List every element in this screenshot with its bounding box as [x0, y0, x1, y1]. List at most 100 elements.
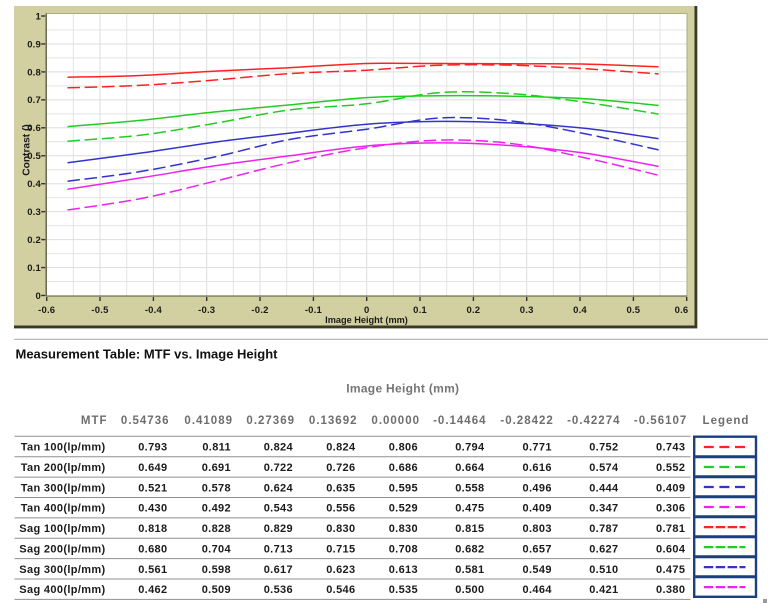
svg-text:0.704: 0.704 — [202, 543, 232, 555]
svg-text:0.824: 0.824 — [264, 442, 294, 454]
svg-text:0.535: 0.535 — [389, 584, 418, 596]
svg-text:0.574: 0.574 — [589, 462, 619, 474]
svg-text:MTF: MTF — [81, 415, 108, 427]
svg-text:0.682: 0.682 — [455, 543, 484, 555]
svg-text:0.824: 0.824 — [326, 442, 356, 454]
svg-text:0.347: 0.347 — [589, 503, 618, 515]
svg-text:0.3: 0.3 — [27, 207, 41, 218]
svg-text:-0.1: -0.1 — [305, 305, 323, 316]
svg-text:0.691: 0.691 — [202, 462, 231, 474]
svg-text:0.536: 0.536 — [264, 584, 293, 596]
svg-text:0.409: 0.409 — [656, 482, 685, 494]
svg-text:0.430: 0.430 — [138, 503, 167, 515]
svg-text:-0.6: -0.6 — [38, 305, 55, 316]
svg-text:0.500: 0.500 — [455, 584, 484, 596]
svg-text:0.803: 0.803 — [523, 523, 552, 535]
svg-text:0.6: 0.6 — [675, 305, 689, 316]
svg-text:0.828: 0.828 — [202, 523, 231, 535]
svg-text:0.616: 0.616 — [523, 462, 552, 474]
svg-text:0.787: 0.787 — [589, 523, 618, 535]
svg-text:1: 1 — [36, 11, 42, 22]
svg-text:0.818: 0.818 — [138, 523, 167, 535]
svg-text:-0.56107: -0.56107 — [634, 415, 687, 427]
svg-text:0.475: 0.475 — [455, 503, 484, 515]
svg-text:-0.5: -0.5 — [91, 305, 109, 316]
svg-text:0.1: 0.1 — [413, 305, 427, 316]
svg-text:Sag 200(lp/mm): Sag 200(lp/mm) — [19, 543, 105, 555]
svg-text:0.380: 0.380 — [656, 584, 685, 596]
svg-text:0.2: 0.2 — [466, 305, 480, 316]
svg-text:Sag 400(lp/mm): Sag 400(lp/mm) — [19, 584, 105, 596]
svg-text:0.598: 0.598 — [202, 564, 231, 576]
svg-text:0.561: 0.561 — [138, 564, 167, 576]
svg-text:0.829: 0.829 — [264, 523, 293, 535]
svg-text:0.624: 0.624 — [264, 482, 294, 494]
svg-text:0.794: 0.794 — [455, 442, 485, 454]
svg-text:0.306: 0.306 — [656, 503, 685, 515]
svg-text:Contrast (): Contrast () — [22, 124, 33, 176]
svg-text:0.3: 0.3 — [520, 305, 534, 316]
svg-text:0: 0 — [36, 291, 41, 302]
svg-text:0.54736: 0.54736 — [121, 415, 170, 427]
svg-text:0.496: 0.496 — [523, 482, 552, 494]
svg-text:0.7: 0.7 — [27, 95, 41, 106]
svg-text:0.444: 0.444 — [589, 482, 619, 494]
svg-text:-0.28422: -0.28422 — [500, 415, 553, 427]
svg-text:0.715: 0.715 — [326, 543, 355, 555]
svg-text:0.4: 0.4 — [27, 179, 41, 190]
svg-text:Sag 300(lp/mm): Sag 300(lp/mm) — [19, 564, 105, 576]
svg-text:0.722: 0.722 — [264, 462, 293, 474]
svg-text:Image Height (mm): Image Height (mm) — [325, 315, 408, 325]
svg-text:0.578: 0.578 — [202, 482, 231, 494]
svg-text:-0.2: -0.2 — [251, 305, 268, 316]
svg-text:0.627: 0.627 — [589, 543, 618, 555]
svg-text:0.686: 0.686 — [389, 462, 418, 474]
svg-text:-0.4: -0.4 — [145, 305, 163, 316]
svg-text:-0.14464: -0.14464 — [433, 415, 486, 427]
svg-text:0.475: 0.475 — [656, 564, 685, 576]
svg-text:0.5: 0.5 — [626, 305, 640, 316]
svg-text:0.708: 0.708 — [389, 543, 418, 555]
svg-text:0.1: 0.1 — [27, 263, 41, 274]
svg-text:0.680: 0.680 — [138, 543, 167, 555]
svg-text:0.546: 0.546 — [326, 584, 355, 596]
svg-text:0.595: 0.595 — [389, 482, 418, 494]
svg-text:0.492: 0.492 — [202, 503, 231, 515]
svg-text:0.409: 0.409 — [523, 503, 552, 515]
svg-text:0.543: 0.543 — [264, 503, 293, 515]
svg-text:Tan 400(lp/mm): Tan 400(lp/mm) — [21, 503, 106, 515]
svg-text:0.556: 0.556 — [326, 503, 355, 515]
svg-text:-0.3: -0.3 — [198, 305, 215, 316]
svg-text:0.604: 0.604 — [656, 543, 686, 555]
svg-text:0.713: 0.713 — [264, 543, 293, 555]
svg-text:0.558: 0.558 — [455, 482, 484, 494]
svg-text:0.2: 0.2 — [27, 235, 41, 246]
svg-text:0.726: 0.726 — [326, 462, 355, 474]
svg-text:0.549: 0.549 — [523, 564, 552, 576]
svg-text:0.649: 0.649 — [138, 462, 167, 474]
svg-text:0.13692: 0.13692 — [309, 415, 358, 427]
svg-text:0.421: 0.421 — [589, 584, 618, 596]
svg-text:0.581: 0.581 — [455, 564, 484, 576]
svg-text:Sag 100(lp/mm): Sag 100(lp/mm) — [19, 523, 105, 535]
svg-text:Tan 300(lp/mm): Tan 300(lp/mm) — [21, 482, 106, 494]
svg-text:0.510: 0.510 — [589, 564, 618, 576]
svg-text:0.806: 0.806 — [389, 442, 418, 454]
svg-text:0.41089: 0.41089 — [184, 415, 233, 427]
svg-text:0.781: 0.781 — [656, 523, 685, 535]
svg-text:Measurement Table: MTF vs. Ima: Measurement Table: MTF vs. Image Height — [16, 347, 279, 362]
svg-text:0.623: 0.623 — [326, 564, 355, 576]
svg-text:0.521: 0.521 — [138, 482, 167, 494]
svg-text:0.617: 0.617 — [264, 564, 293, 576]
svg-text:-0.42274: -0.42274 — [567, 415, 620, 427]
svg-text:0.657: 0.657 — [523, 543, 552, 555]
svg-text:0.00000: 0.00000 — [371, 415, 420, 427]
svg-text:0.771: 0.771 — [523, 442, 552, 454]
svg-text:0.830: 0.830 — [326, 523, 355, 535]
svg-text:0.464: 0.464 — [523, 584, 553, 596]
svg-text:0.752: 0.752 — [589, 442, 618, 454]
svg-text:Tan 100(lp/mm): Tan 100(lp/mm) — [21, 442, 106, 454]
svg-text:0.743: 0.743 — [656, 442, 685, 454]
svg-text:0.8: 0.8 — [27, 67, 41, 78]
svg-text:0.635: 0.635 — [326, 482, 355, 494]
